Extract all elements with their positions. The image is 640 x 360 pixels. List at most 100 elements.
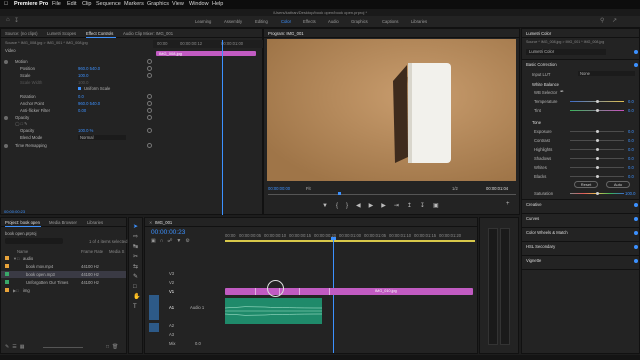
reset-icon[interactable] [147,66,152,71]
basic-correction-heading[interactable]: Basic Correction [526,62,557,67]
temperature-value[interactable]: 0.0 [628,99,634,104]
menu-sequence[interactable]: Sequence [96,1,121,7]
workspace-assembly[interactable]: Assembly [224,19,242,24]
fx-toggle[interactable] [4,116,8,120]
clip-v1[interactable]: IMG_010.jpg [225,288,473,295]
reset-icon[interactable] [147,143,152,148]
reset-icon[interactable] [147,128,152,133]
clip-edit-point[interactable] [255,288,256,295]
tab-media-browser[interactable]: Media Browser [49,220,77,225]
time-remapping-heading[interactable]: Time Remapping [15,143,47,148]
project-search-input[interactable] [5,238,63,244]
workspace-effects[interactable]: Effects [303,19,316,24]
apple-logo-icon[interactable]:  [4,1,8,7]
exposure-knob[interactable] [596,130,599,133]
menu-markers[interactable]: Markers [124,1,144,7]
anchor-point-value[interactable]: 960.0 540.0 [78,101,100,106]
track-label-v2[interactable]: V2 [169,280,174,285]
opacity-heading[interactable]: Opacity [15,115,29,120]
motion-heading[interactable]: Motion [15,59,28,64]
list-item[interactable]: book mov.mp4 [26,264,53,269]
creative-toggle[interactable] [634,203,638,207]
tab-lumetri-scopes[interactable]: Lumetri Scopes [47,31,76,36]
temperature-knob[interactable] [596,100,599,103]
reset-icon[interactable] [147,73,152,78]
menu-window[interactable]: Window [189,1,209,7]
nest-icon[interactable]: ▣ [151,238,160,244]
whites-value[interactable]: 0.0 [628,165,634,170]
reset-icon[interactable] [147,59,152,64]
saturation-value[interactable]: 100.0 [625,191,635,196]
shadows-value[interactable]: 0.0 [628,156,634,161]
reset-icon[interactable] [147,115,152,120]
reset-button[interactable]: Reset [574,181,598,188]
workspace-graphics[interactable]: Graphics [351,19,368,24]
track-label-a1[interactable]: A1 [169,305,174,310]
workspace-editing[interactable]: Editing [255,19,268,24]
list-item[interactable]: Unforgotten Our Times [26,280,68,285]
slip-icon[interactable]: ⇆ [133,262,140,272]
label-color-swatch[interactable] [5,264,9,268]
workspace-captions[interactable]: Captions [382,19,399,24]
auto-button[interactable]: Auto [606,181,630,188]
mini-clip[interactable]: IMG_008.jpg [156,51,256,56]
list-view-icon[interactable]: ☰ [12,344,19,350]
color-wheels-toggle[interactable] [634,231,638,235]
curves-heading[interactable]: Curves [526,216,539,221]
label-color-swatch[interactable] [5,272,9,276]
color-wheels-heading[interactable]: Color Wheels & Match [526,230,568,235]
fx-toggle[interactable] [4,144,8,148]
opacity-value[interactable]: 100.0 % [78,128,93,133]
creative-heading[interactable]: Creative [526,202,542,207]
list-item[interactable]: audio [23,256,33,261]
mask-ellipse-icon[interactable]: ◯ □ ✎ [15,121,27,126]
input-lut-select[interactable]: None [578,71,635,76]
playhead-handle[interactable] [331,237,336,240]
step-forward-icon[interactable]: ▶ [381,203,394,209]
tab-sequence[interactable]: IMG_001 [155,220,172,225]
v1-source-patch[interactable] [149,295,159,320]
menu-graphics[interactable]: Graphics [147,1,169,7]
label-color-swatch[interactable] [5,280,9,284]
play-icon[interactable]: ▶ [369,203,382,209]
position-value[interactable]: 960.0 540.0 [78,66,100,71]
mix-value[interactable]: 0.0 [195,341,201,346]
type-icon[interactable]: T [133,302,140,312]
mark-in-icon[interactable]: ▼ [322,203,336,209]
add-button-icon[interactable]: + [506,201,510,207]
list-item[interactable]: img [23,288,30,293]
a1-source-patch[interactable] [149,323,159,332]
scale-value[interactable]: 100.0 [78,73,88,78]
search-icon[interactable]: ⚲ [600,17,604,24]
menu-view[interactable]: View [172,1,184,7]
zoom-slider[interactable] [43,347,83,348]
label-color-swatch[interactable] [5,256,9,260]
scrubber-playhead[interactable] [338,192,341,195]
tab-source[interactable]: Source: (no clips) [5,31,38,36]
hsl-secondary-toggle[interactable] [634,245,638,249]
lumetri-title[interactable]: Lumetri Color [526,31,551,36]
clip-edit-point[interactable] [299,288,300,295]
workspace-audio[interactable]: Audio [328,19,339,24]
lumetri-effect-select[interactable]: Lumetri Color [526,49,606,55]
export-frame-icon[interactable]: ▣ [433,203,447,209]
track-label-mix[interactable]: Mix [169,341,176,346]
effect-controls-timecode[interactable]: 00:00:00:23 [4,209,25,214]
home-icon[interactable]: ⌂ [6,17,10,23]
mark-out-icon[interactable]: { [336,203,346,209]
clip-edit-point[interactable] [329,288,330,295]
menu-help[interactable]: Help [212,1,223,7]
program-timecode[interactable]: 00:00:00:00 [268,186,290,191]
timeline-ruler[interactable]: 00:00 00:00:00:05 00:00:00:10 00:00:00:1… [225,233,477,245]
menu-edit[interactable]: Edit [67,1,76,7]
step-back-icon[interactable]: ◀ [356,203,369,209]
whites-knob[interactable] [596,166,599,169]
selection-tool-icon[interactable]: ➤ [133,222,140,232]
menu-clip[interactable]: Clip [82,1,91,7]
list-item[interactable]: book open.mp3 [26,272,55,277]
contrast-value[interactable]: 0.0 [628,138,634,143]
trash-icon[interactable]: 🗑 [112,344,121,350]
mini-scrubber[interactable] [268,194,516,195]
column-name[interactable]: Name [17,249,28,254]
pen-icon[interactable]: ✎ [133,272,140,282]
